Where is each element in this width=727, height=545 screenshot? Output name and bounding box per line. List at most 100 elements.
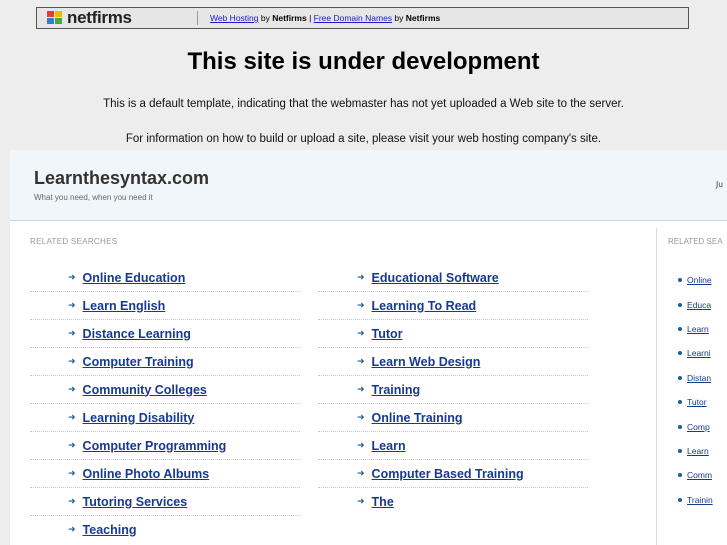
bullet-icon xyxy=(678,278,682,283)
side-related-searches: Online Educa Learn Learni Distan Tutor C… xyxy=(678,268,727,512)
arrow-right-icon: ➜ xyxy=(68,440,76,451)
side-list-item[interactable]: Online xyxy=(678,268,727,292)
arrow-right-icon: ➜ xyxy=(357,412,365,423)
side-search-link[interactable]: Learn xyxy=(687,324,709,334)
side-list-item[interactable]: Distan xyxy=(678,366,727,390)
arrow-right-icon: ➜ xyxy=(68,356,76,367)
side-list-item[interactable]: Learni xyxy=(678,341,727,365)
arrow-right-icon: ➜ xyxy=(357,384,365,395)
parked-page-frame: Learnthesyntax.com What you need, when y… xyxy=(10,150,727,545)
side-search-link[interactable]: Learn xyxy=(687,446,709,456)
list-item[interactable]: ➜ Online Education xyxy=(30,264,300,292)
arrow-right-icon: ➜ xyxy=(68,328,76,339)
side-list-item[interactable]: Comp xyxy=(678,414,727,438)
site-name[interactable]: Learnthesyntax.com xyxy=(34,168,209,189)
list-item[interactable]: ➜ Learn Web Design xyxy=(318,348,588,376)
arrow-right-icon: ➜ xyxy=(357,272,365,283)
side-list-item[interactable]: Learn xyxy=(678,439,727,463)
related-searches-heading: RELATED SEARCHES xyxy=(30,237,118,246)
side-search-link[interactable]: Trainin xyxy=(687,495,713,505)
brand-text: Netfirms xyxy=(272,13,307,23)
search-link[interactable]: Learning To Read xyxy=(372,299,477,313)
side-list-item[interactable]: Trainin xyxy=(678,488,727,512)
side-search-link[interactable]: Distan xyxy=(687,373,711,383)
search-link[interactable]: Tutoring Services xyxy=(83,495,188,509)
side-search-link[interactable]: Online xyxy=(687,275,712,285)
side-search-link[interactable]: Learni xyxy=(687,348,711,358)
list-item[interactable]: ➜ Distance Learning xyxy=(30,320,300,348)
list-item[interactable]: ➜ Teaching xyxy=(30,516,300,544)
banner-links: Web Hosting by Netfirms | Free Domain Na… xyxy=(210,13,440,23)
web-hosting-link[interactable]: Web Hosting xyxy=(210,13,259,23)
bullet-icon xyxy=(678,326,682,331)
search-link[interactable]: The xyxy=(372,495,394,509)
list-item[interactable]: ➜ Learning Disability xyxy=(30,404,300,432)
search-link[interactable]: Online Training xyxy=(372,411,463,425)
brand-text: Netfirms xyxy=(405,13,441,23)
list-item[interactable]: ➜ Tutor xyxy=(318,320,588,348)
search-link[interactable]: Computer Training xyxy=(83,355,194,369)
arrow-right-icon: ➜ xyxy=(357,328,365,339)
side-search-link[interactable]: Educa xyxy=(687,300,711,310)
side-list-item[interactable]: Educa xyxy=(678,292,727,316)
list-item[interactable]: ➜ Learning To Read xyxy=(318,292,588,320)
search-link[interactable]: Computer Based Training xyxy=(372,467,524,481)
search-link[interactable]: Online Education xyxy=(83,271,186,285)
bullet-icon xyxy=(678,424,682,429)
bullet-icon xyxy=(678,351,682,356)
bullet-icon xyxy=(678,497,682,502)
search-link[interactable]: Learning Disability xyxy=(83,411,195,425)
list-item[interactable]: ➜ Learn English xyxy=(30,292,300,320)
side-list-item[interactable]: Comm xyxy=(678,463,727,487)
list-item[interactable]: ➜ Tutoring Services xyxy=(30,488,300,516)
search-link[interactable]: Computer Programming xyxy=(83,439,227,453)
search-link[interactable]: Tutor xyxy=(372,327,403,341)
free-domain-names-link[interactable]: Free Domain Names xyxy=(314,13,392,23)
search-link[interactable]: Learn xyxy=(372,439,406,453)
list-item[interactable]: ➜ Community Colleges xyxy=(30,376,300,404)
search-link[interactable]: Learn English xyxy=(83,299,166,313)
search-link[interactable]: Distance Learning xyxy=(83,327,191,341)
arrow-right-icon: ➜ xyxy=(357,497,365,507)
search-link[interactable]: Training xyxy=(372,383,421,397)
parked-page-header: Learnthesyntax.com What you need, when y… xyxy=(10,150,727,221)
bullet-icon xyxy=(678,375,682,380)
arrow-right-icon: ➜ xyxy=(357,300,365,311)
list-item[interactable]: ➜ Online Photo Albums xyxy=(30,460,300,488)
list-item[interactable]: ➜ Educational Software xyxy=(318,264,588,292)
side-search-link[interactable]: Tutor xyxy=(687,397,707,407)
list-item[interactable]: ➜ Learn xyxy=(318,432,588,460)
arrow-right-icon: ➜ xyxy=(68,468,76,479)
netfirms-logo-icon xyxy=(47,11,65,25)
side-list-item[interactable]: Tutor xyxy=(678,390,727,414)
column-divider xyxy=(656,228,657,545)
by-text: by xyxy=(258,13,273,23)
arrow-right-icon: ➜ xyxy=(357,356,365,367)
netfirms-logo-text: netfirms xyxy=(67,8,132,27)
list-item[interactable]: ➜ Computer Programming xyxy=(30,432,300,460)
arrow-right-icon: ➜ xyxy=(68,412,76,423)
by-text: by xyxy=(392,13,406,23)
search-link[interactable]: Learn Web Design xyxy=(372,355,481,369)
list-item[interactable]: ➜ Computer Training xyxy=(30,348,300,376)
side-search-link[interactable]: Comm xyxy=(687,470,712,480)
search-link[interactable]: Online Photo Albums xyxy=(83,467,210,481)
list-item[interactable]: ➜ The xyxy=(318,488,588,516)
arrow-right-icon: ➜ xyxy=(357,440,365,451)
notice-line: For information on how to build or uploa… xyxy=(125,133,602,145)
side-list-item[interactable]: Learn xyxy=(678,317,727,341)
arrow-right-icon: ➜ xyxy=(68,300,76,311)
banner-divider xyxy=(197,11,198,25)
arrow-right-icon: ➜ xyxy=(68,525,76,535)
side-search-link[interactable]: Comp xyxy=(687,422,710,432)
search-link[interactable]: Teaching xyxy=(83,523,137,537)
bullet-icon xyxy=(678,448,682,453)
list-item[interactable]: ➜ Computer Based Training xyxy=(318,460,588,488)
netfirms-logo[interactable]: netfirms xyxy=(37,8,177,28)
search-link[interactable]: Educational Software xyxy=(372,271,499,285)
search-link[interactable]: Community Colleges xyxy=(83,383,207,397)
list-item[interactable]: ➜ Online Training xyxy=(318,404,588,432)
page-title: This site is under development xyxy=(187,48,540,75)
list-item[interactable]: ➜ Training xyxy=(318,376,588,404)
related-searches-left-column: ➜ Online Education ➜ Learn English ➜ Distan… xyxy=(30,264,300,544)
